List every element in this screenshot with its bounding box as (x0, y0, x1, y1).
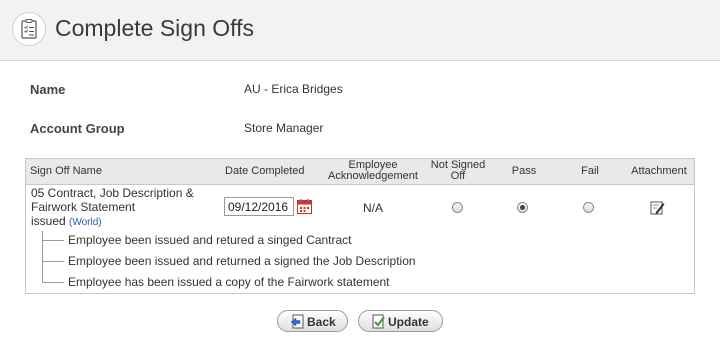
sign-off-name-line1: 05 Contract, Job Description & (31, 186, 194, 200)
account-group-label: Account Group (30, 121, 125, 136)
sign-off-name-line3: issued (31, 214, 66, 228)
sub-item: Employee has been issued a copy of the F… (68, 275, 390, 289)
page-header: Complete Sign Offs (0, 0, 720, 61)
scope-link[interactable]: (World) (69, 217, 102, 228)
tree-branch (42, 240, 64, 241)
back-button[interactable]: Back (277, 310, 348, 332)
col-employee-ack-line2: Acknowledgement (328, 170, 418, 182)
col-not-signed-off: Not Signed Off (424, 160, 492, 182)
pass-radio[interactable] (517, 202, 528, 213)
page-title: Complete Sign Offs (55, 15, 255, 41)
table-header: Sign Off Name Date Completed Employee Ac… (26, 159, 694, 185)
tree-connector (42, 231, 43, 283)
update-icon (372, 314, 385, 329)
name-label: Name (30, 82, 66, 97)
col-not-signed-off-line2: Off (450, 170, 466, 182)
back-icon (290, 314, 304, 329)
tree-branch (42, 282, 64, 283)
col-attachment: Attachment (631, 165, 687, 177)
name-value: AU - Erica Bridges (244, 82, 343, 96)
col-date-completed: Date Completed (225, 165, 305, 177)
checklist-icon (12, 12, 46, 46)
edit-attachment-icon[interactable] (650, 200, 665, 220)
tree-branch (42, 261, 64, 262)
back-button-label: Back (307, 315, 336, 329)
account-group-value: Store Manager (244, 121, 324, 135)
sign-off-name-cell: 05 Contract, Job Description & Fairwork … (31, 186, 194, 230)
not-signed-off-radio[interactable] (452, 202, 463, 213)
fail-radio[interactable] (583, 202, 594, 213)
sign-off-name-line2: Fairwork Statement (31, 200, 136, 214)
employee-ack-value: N/A (363, 201, 384, 215)
col-pass: Pass (511, 165, 537, 177)
calendar-icon[interactable] (297, 199, 312, 219)
date-completed-input[interactable] (224, 197, 294, 216)
update-button-label: Update (388, 315, 429, 329)
sub-item: Employee been issued and returned a sign… (68, 254, 416, 268)
col-employee-ack: Employee Acknowledgement (323, 160, 423, 182)
sign-off-table: Sign Off Name Date Completed Employee Ac… (25, 158, 695, 294)
update-button[interactable]: Update (358, 310, 443, 332)
col-sign-off-name: Sign Off Name (30, 165, 102, 177)
col-fail: Fail (581, 165, 599, 177)
sign-off-name-line3-wrap: issued (World) (31, 214, 194, 230)
sub-item: Employee been issued and retured a singe… (68, 233, 352, 247)
